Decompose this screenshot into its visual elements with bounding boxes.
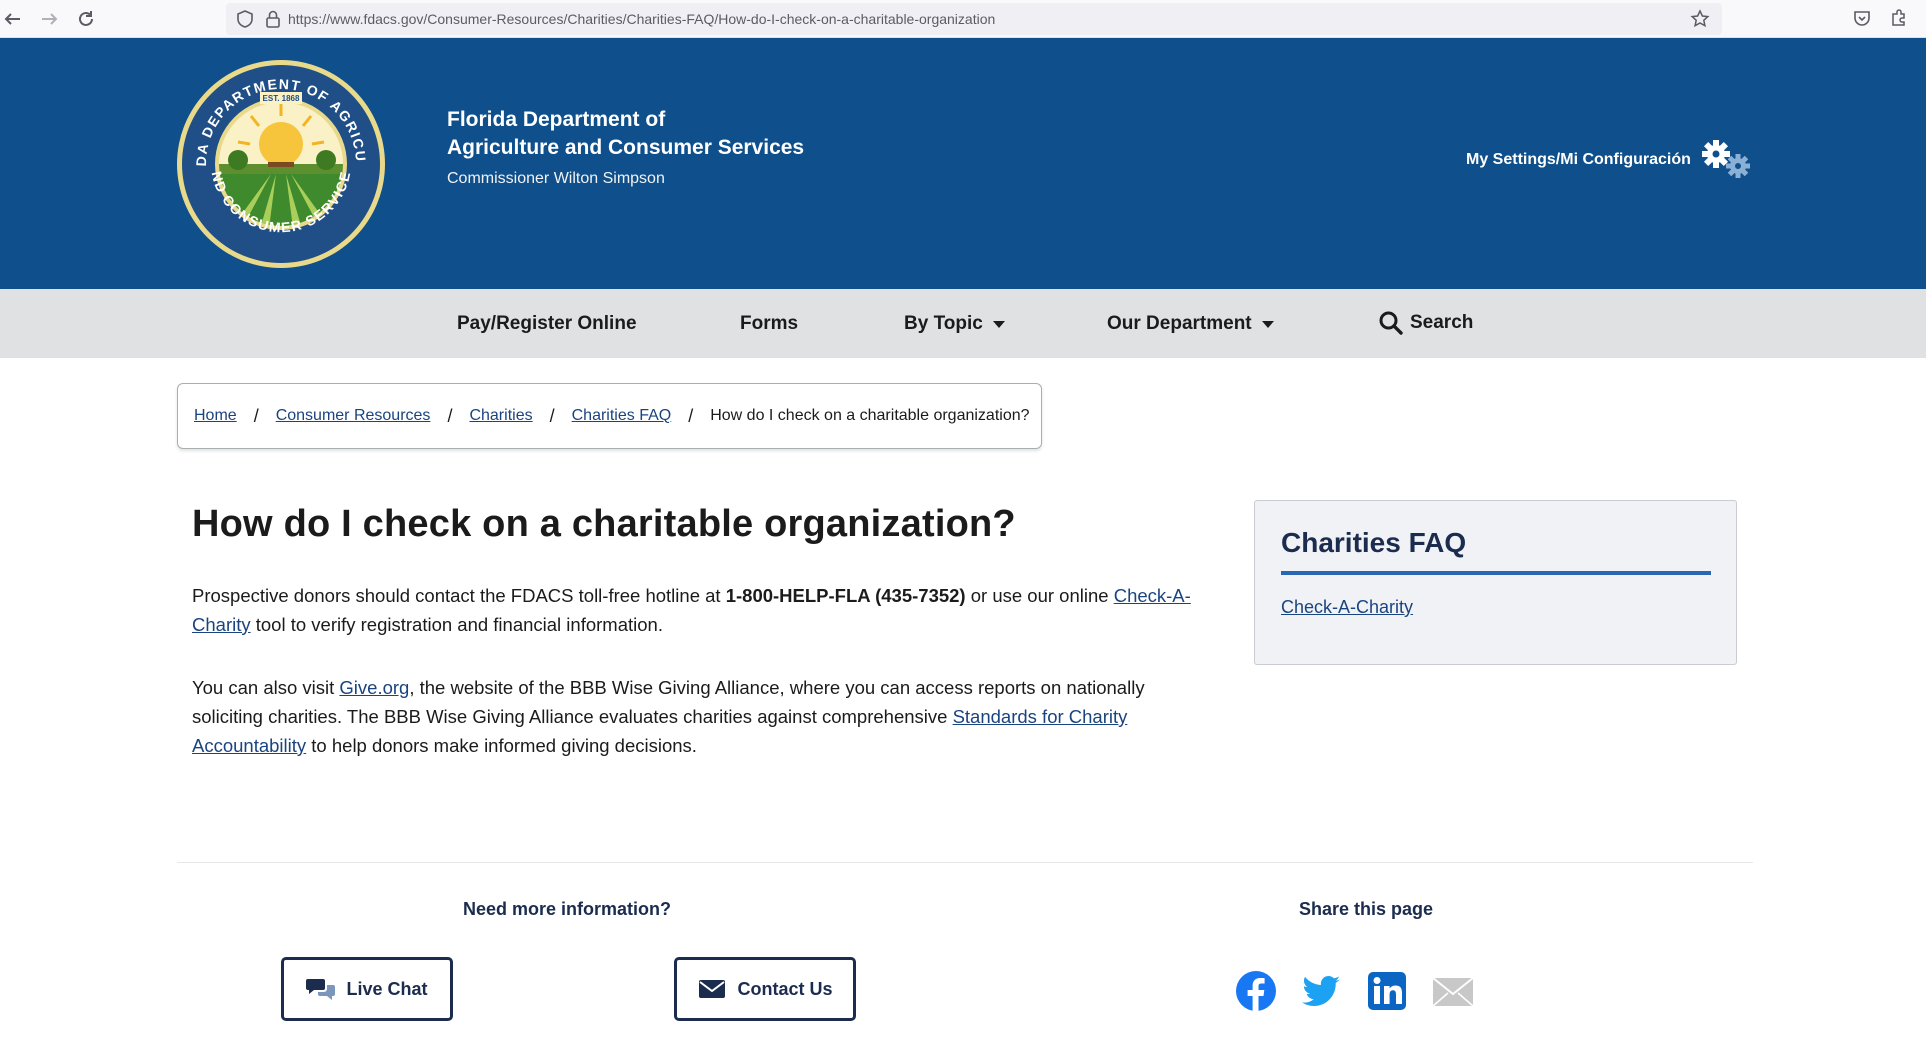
text: Prospective donors should contact the FD… bbox=[192, 585, 726, 606]
svg-text:EST. 1868: EST. 1868 bbox=[263, 94, 300, 103]
text: tool to verify registration and financia… bbox=[250, 614, 663, 635]
nav-label: Pay/Register Online bbox=[457, 313, 637, 334]
nav-by-topic[interactable]: By Topic bbox=[904, 313, 1005, 335]
pocket-icon[interactable] bbox=[1852, 8, 1872, 28]
breadcrumb-separator: / bbox=[549, 405, 555, 426]
lock-icon[interactable] bbox=[264, 9, 282, 29]
sidebar-divider bbox=[1281, 571, 1711, 575]
share-page-heading: Share this page bbox=[1299, 899, 1434, 919]
reload-icon[interactable] bbox=[73, 6, 99, 32]
facebook-icon[interactable] bbox=[1235, 970, 1277, 1012]
hotline-number: 1-800-HELP-FLA (435-7352) bbox=[725, 585, 966, 606]
nav-label: Forms bbox=[740, 313, 799, 334]
nav-label: Search bbox=[1410, 312, 1474, 333]
gears-icon bbox=[1701, 140, 1750, 178]
site-header: FLORIDA DEPARTMENT OF AGRICULTURE AND CO… bbox=[0, 38, 1926, 289]
nav-our-department[interactable]: Our Department bbox=[1107, 313, 1274, 335]
text: or use our online bbox=[965, 585, 1114, 606]
breadcrumb-separator: / bbox=[447, 405, 453, 426]
need-more-info-heading: Need more information? bbox=[463, 899, 672, 919]
address-bar[interactable]: https://www.fdacs.gov/Consumer-Resources… bbox=[226, 3, 1722, 35]
caret-down-icon bbox=[992, 320, 1005, 328]
agency-name[interactable]: Florida Department of Agriculture and Co… bbox=[447, 106, 804, 188]
my-settings-label: My Settings/Mi Configuración bbox=[1466, 151, 1691, 168]
paragraph-hotline: Prospective donors should contact the FD… bbox=[192, 581, 1207, 639]
commissioner-name: Commissioner Wilton Simpson bbox=[447, 170, 665, 187]
main-navigation: Pay/Register Online Forms By Topic Our D… bbox=[0, 289, 1926, 358]
chat-bubbles-icon bbox=[306, 979, 336, 1000]
text: to help donors make informed giving deci… bbox=[306, 735, 697, 756]
contact-us-label: Contact Us bbox=[737, 978, 833, 999]
footer-divider bbox=[177, 862, 1753, 863]
nav-label: Our Department bbox=[1107, 313, 1252, 334]
nav-forms[interactable]: Forms bbox=[740, 313, 798, 335]
envelope-icon bbox=[699, 980, 726, 998]
paragraph-give-org: You can also visit Give.org, the website… bbox=[192, 673, 1207, 760]
back-arrow-icon[interactable] bbox=[0, 6, 26, 32]
browser-toolbar: https://www.fdacs.gov/Consumer-Resources… bbox=[0, 0, 1926, 38]
nav-pay-register-online[interactable]: Pay/Register Online bbox=[457, 313, 637, 335]
nav-search[interactable]: Search bbox=[1378, 310, 1473, 336]
linkedin-icon[interactable] bbox=[1366, 970, 1408, 1012]
text: You can also visit bbox=[192, 677, 340, 698]
agency-name-line2: Agriculture and Consumer Services bbox=[447, 136, 805, 159]
live-chat-label: Live Chat bbox=[346, 978, 428, 999]
caret-down-icon bbox=[1261, 320, 1274, 328]
search-icon bbox=[1379, 311, 1403, 335]
agency-name-line1: Florida Department of bbox=[447, 108, 666, 131]
breadcrumb-separator: / bbox=[688, 405, 694, 426]
sidebar-title: Charities FAQ bbox=[1281, 527, 1467, 558]
tracking-shield-icon[interactable] bbox=[236, 10, 254, 28]
bookmark-star-icon[interactable] bbox=[1690, 9, 1710, 29]
breadcrumb-current: How do I check on a charitable organizat… bbox=[710, 407, 1030, 424]
live-chat-button[interactable]: Live Chat bbox=[281, 957, 453, 1021]
email-icon[interactable] bbox=[1431, 970, 1475, 1012]
charities-faq-sidebar: Charities FAQ Check-A-Charity bbox=[1254, 500, 1737, 665]
breadcrumb: Home / Consumer Resources / Charities / … bbox=[177, 383, 1042, 449]
breadcrumb-consumer-resources[interactable]: Consumer Resources bbox=[276, 407, 431, 425]
breadcrumb-charities[interactable]: Charities bbox=[469, 407, 532, 425]
url-text[interactable]: https://www.fdacs.gov/Consumer-Resources… bbox=[288, 11, 995, 27]
forward-arrow-icon[interactable] bbox=[36, 6, 62, 32]
breadcrumb-home[interactable]: Home bbox=[194, 407, 237, 425]
extensions-icon[interactable] bbox=[1888, 8, 1908, 28]
contact-us-button[interactable]: Contact Us bbox=[674, 957, 856, 1021]
give-org-link[interactable]: Give.org bbox=[339, 677, 409, 698]
twitter-icon[interactable] bbox=[1300, 970, 1342, 1012]
main-content: How do I check on a charitable organizat… bbox=[192, 503, 1212, 760]
breadcrumb-separator: / bbox=[253, 405, 259, 426]
nav-label: By Topic bbox=[904, 313, 983, 334]
my-settings-button[interactable]: My Settings/Mi Configuración bbox=[1466, 136, 1755, 184]
sidebar-check-a-charity-link[interactable]: Check-A-Charity bbox=[1281, 597, 1413, 618]
fdacs-seal-logo[interactable]: FLORIDA DEPARTMENT OF AGRICULTURE AND CO… bbox=[176, 56, 386, 272]
page-title: How do I check on a charitable organizat… bbox=[192, 503, 1016, 545]
breadcrumb-charities-faq[interactable]: Charities FAQ bbox=[572, 407, 672, 425]
